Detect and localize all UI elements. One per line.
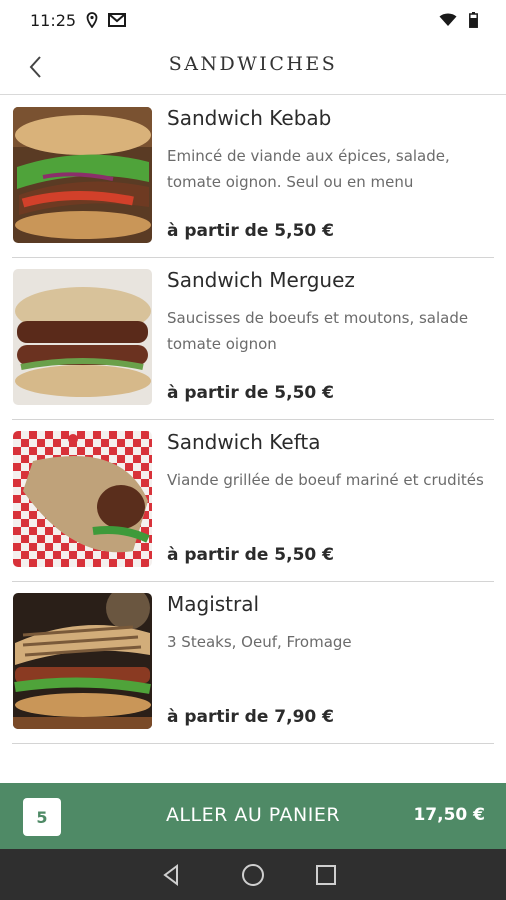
product-name: Sandwich Kebab [167,106,332,130]
nav-recents-button[interactable] [313,862,339,888]
product-description: Emincé de viande aux épices, salade, tom… [167,147,450,191]
go-to-cart-button[interactable]: 5 ALLER AU PANIER 17,50 € [0,783,506,849]
page-title: SANDWICHES [168,53,338,75]
product-price: à partir de 5,50 € [167,221,334,241]
product-item-kebab[interactable]: Sandwich Kebab Emincé de viande aux épic… [12,96,494,258]
nav-home-button[interactable] [240,862,266,888]
product-price: à partir de 5,50 € [167,545,334,565]
nav-back-button[interactable] [158,862,184,888]
recents-square-icon [316,865,336,885]
home-circle-icon [242,864,264,886]
product-list: Sandwich Kebab Emincé de viande aux épic… [0,96,506,744]
app-header: SANDWICHES [0,40,506,95]
product-item-kefta[interactable]: Sandwich Kefta Viande grillée de boeuf m… [12,420,494,582]
product-description: Saucisses de boeufs et moutons, salade t… [167,309,469,353]
product-item-merguez[interactable]: Sandwich Merguez Saucisses de boeufs et … [12,258,494,420]
status-left: 11:25 [30,10,127,30]
product-description: 3 Steaks, Oeuf, Fromage [167,633,352,651]
product-name: Magistral [167,592,260,616]
product-price: à partir de 5,50 € [167,383,334,403]
location-icon [86,12,98,28]
product-image-kebab [13,107,152,243]
wifi-icon [439,13,457,27]
product-image-magistral [13,593,152,729]
battery-icon [469,12,478,28]
cart-total: 17,50 € [413,805,485,825]
product-name: Sandwich Merguez [167,268,355,292]
system-nav-bar [0,849,506,900]
status-bar: 11:25 [0,0,506,40]
product-item-magistral[interactable]: Magistral 3 Steaks, Oeuf, Fromage à part… [12,582,494,744]
status-right [439,12,478,28]
product-image-merguez [13,269,152,405]
product-name: Sandwich Kefta [167,430,321,454]
status-time: 11:25 [30,10,77,30]
product-price: à partir de 7,90 € [167,707,334,727]
back-triangle-icon [163,864,178,886]
product-description: Viande grillée de boeuf mariné et crudit… [167,471,484,489]
product-image-kefta [13,431,152,567]
gmail-icon [108,13,127,27]
